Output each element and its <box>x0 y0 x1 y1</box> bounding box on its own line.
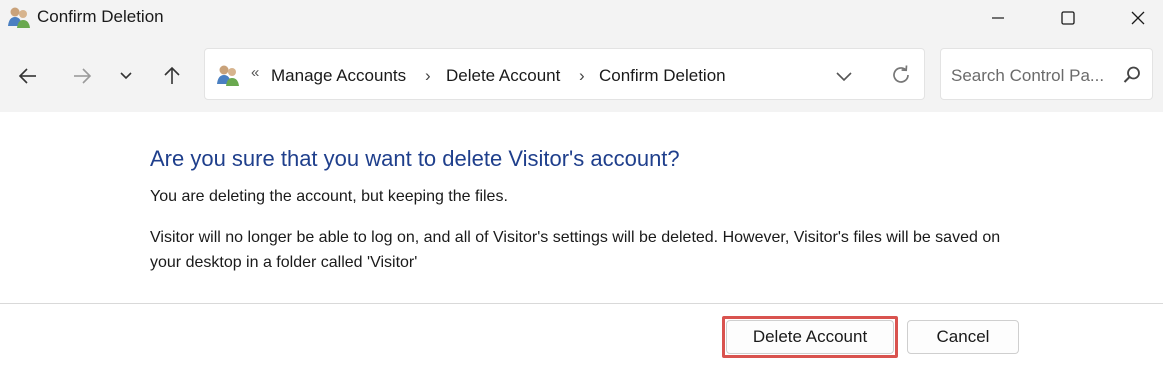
chevron-down-icon <box>120 72 132 80</box>
search-placeholder: Search Control Pa... <box>951 66 1105 85</box>
arrow-right-icon <box>74 68 92 84</box>
page-heading: Are you sure that you want to delete Vis… <box>150 146 680 171</box>
address-history-chevron-icon[interactable] <box>833 65 855 87</box>
close-button[interactable] <box>1115 0 1161 36</box>
title-bar: Confirm Deletion <box>0 0 1163 36</box>
refresh-icon[interactable] <box>889 63 913 87</box>
forward-button[interactable] <box>66 60 98 92</box>
info-text: You are deleting the account, but keepin… <box>150 188 508 205</box>
arrow-up-icon <box>164 66 180 84</box>
close-icon <box>1131 11 1145 25</box>
search-input[interactable]: Search Control Pa... <box>940 48 1153 100</box>
breadcrumb-separator[interactable]: › <box>425 66 431 86</box>
back-button[interactable] <box>12 60 44 92</box>
breadcrumb-confirm-deletion[interactable]: Confirm Deletion <box>599 66 726 86</box>
user-accounts-icon <box>6 4 32 30</box>
search-icon[interactable] <box>1121 64 1143 86</box>
arrow-left-icon <box>18 68 36 84</box>
recent-locations-button[interactable] <box>110 60 142 92</box>
minimize-icon <box>992 17 1004 19</box>
maximize-button[interactable] <box>1045 0 1091 36</box>
minimize-button[interactable] <box>975 0 1021 36</box>
cancel-button[interactable]: Cancel <box>907 320 1019 354</box>
breadcrumb-separator[interactable]: › <box>579 66 585 86</box>
breadcrumb-delete-account[interactable]: Delete Account <box>446 66 560 86</box>
delete-account-button[interactable]: Delete Account <box>726 320 894 354</box>
window-title: Confirm Deletion <box>37 7 164 26</box>
up-button[interactable] <box>156 60 188 92</box>
details-text: Visitor will no longer be able to log on… <box>150 229 1001 271</box>
user-accounts-icon <box>215 62 241 88</box>
address-bar[interactable]: « Manage Accounts › Delete Account › Con… <box>204 48 925 100</box>
navigation-bar: « Manage Accounts › Delete Account › Con… <box>0 36 1163 112</box>
breadcrumb-overflow[interactable]: « <box>251 64 259 81</box>
breadcrumb-manage-accounts[interactable]: Manage Accounts <box>271 66 406 86</box>
maximize-icon <box>1061 11 1075 25</box>
button-bar: Delete Account Cancel <box>0 304 1163 365</box>
